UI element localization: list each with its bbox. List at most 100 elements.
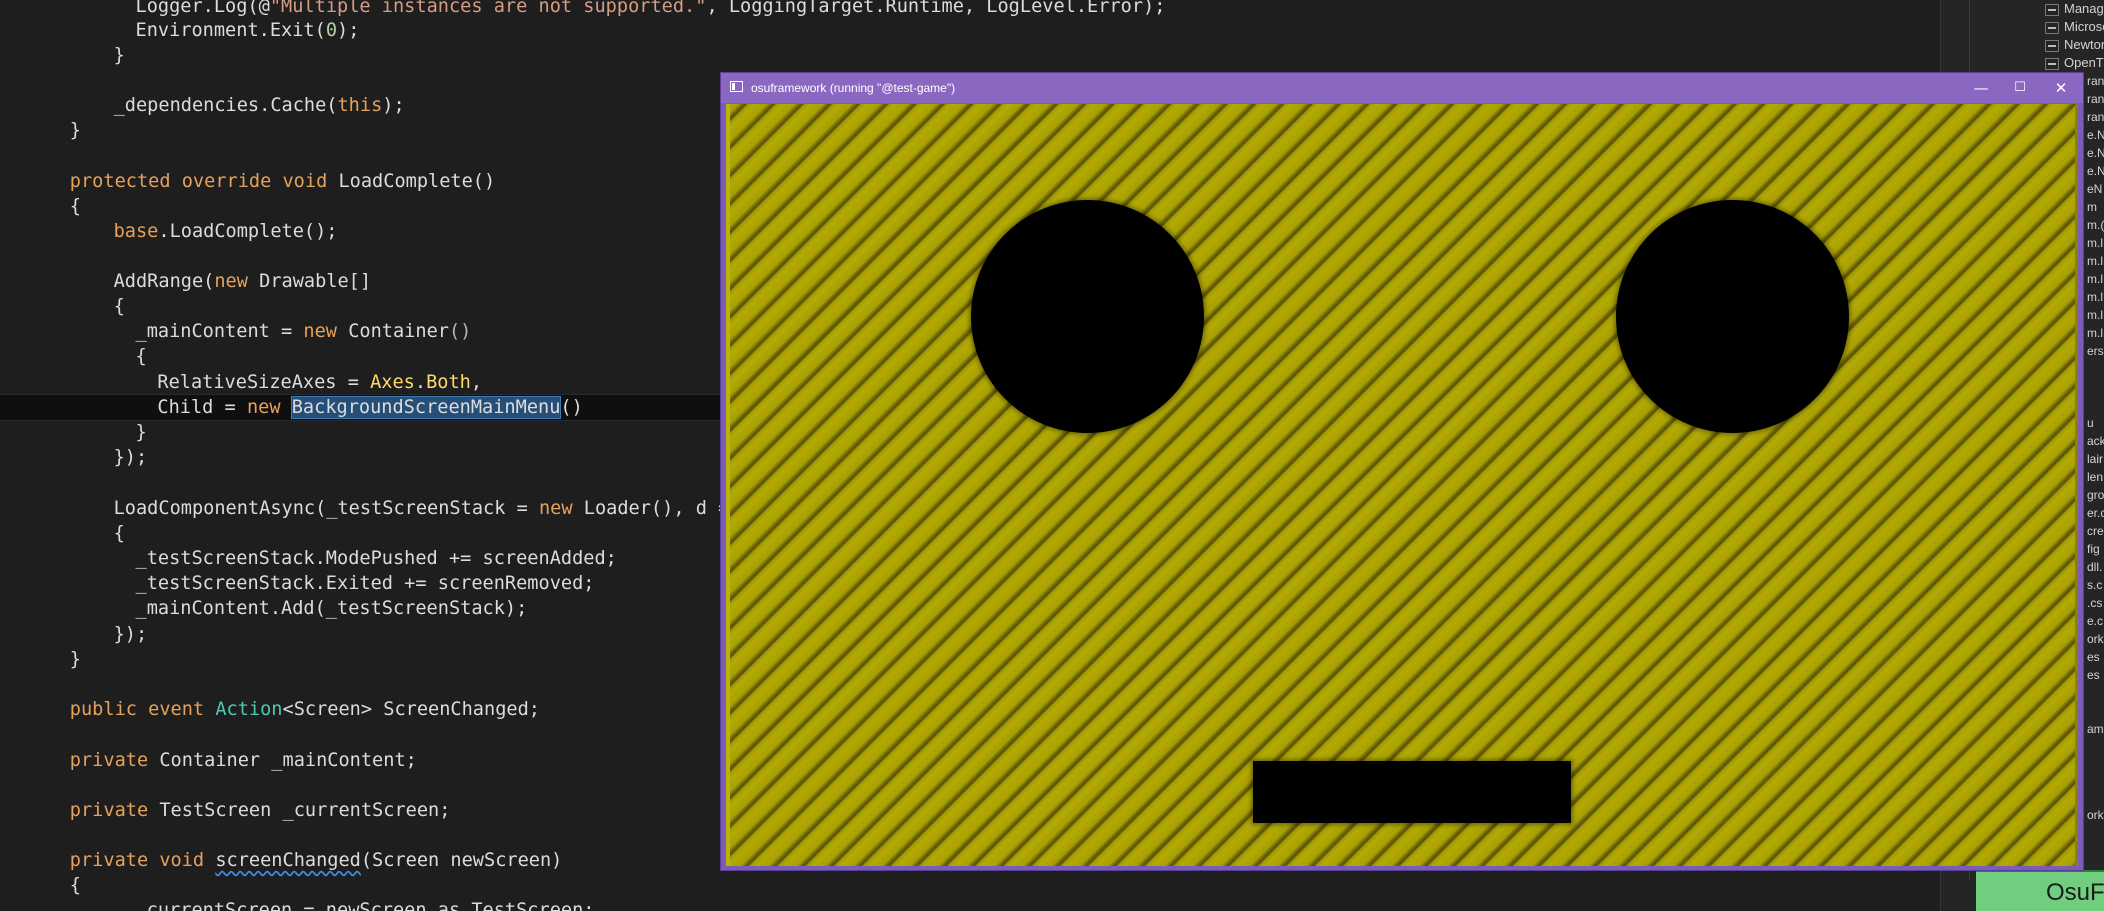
explorer-item-truncated[interactable]: e.N bbox=[2087, 126, 2104, 144]
explorer-item-truncated[interactable]: m.l bbox=[2087, 270, 2103, 288]
explorer-item-truncated[interactable]: len bbox=[2087, 468, 2103, 486]
code-line[interactable]: _testScreenStack.Exited += screenRemoved… bbox=[0, 571, 595, 596]
code-line[interactable]: } bbox=[0, 647, 81, 672]
explorer-item-truncated[interactable]: m.( bbox=[2087, 216, 2104, 234]
maximize-button[interactable]: ☐ bbox=[1997, 73, 2043, 103]
code-line[interactable]: { bbox=[0, 194, 81, 219]
code-line[interactable]: LoadComponentAsync(_testScreenStack = ne… bbox=[0, 496, 730, 521]
code-line[interactable]: }); bbox=[0, 622, 148, 647]
app-window-icon bbox=[730, 81, 743, 92]
code-line[interactable]: _mainContent.Add(_testScreenStack); bbox=[0, 596, 528, 621]
code-token: public event bbox=[69, 699, 216, 720]
explorer-item-truncated[interactable]: ran bbox=[2087, 108, 2104, 126]
explorer-item-truncated[interactable]: dll. bbox=[2087, 558, 2102, 576]
code-line[interactable]: private TestScreen _currentScreen; bbox=[0, 798, 451, 823]
code-line[interactable]: { bbox=[0, 521, 125, 546]
code-token: _testScreenStack.Exited += screenRemoved… bbox=[135, 573, 595, 594]
code-token: () bbox=[560, 397, 583, 418]
explorer-item-truncated[interactable]: ork bbox=[2087, 630, 2104, 648]
code-line[interactable]: public event Action<Screen> ScreenChange… bbox=[0, 697, 540, 722]
code-token: new bbox=[246, 397, 292, 418]
explorer-reference-item[interactable]: Newton bbox=[2045, 36, 2104, 54]
code-token: Container bbox=[348, 321, 449, 342]
code-line[interactable]: { bbox=[0, 873, 81, 898]
code-line[interactable]: Environment.Exit(0); bbox=[0, 18, 360, 43]
explorer-item-truncated[interactable]: m.l bbox=[2087, 234, 2103, 252]
code-line[interactable]: _currentScreen = newScreen as TestScreen… bbox=[0, 898, 595, 911]
explorer-item-truncated[interactable]: gro bbox=[2087, 486, 2104, 504]
explorer-item-truncated[interactable]: fig bbox=[2087, 540, 2100, 558]
code-line[interactable]: _testScreenStack.ModePushed += screenAdd… bbox=[0, 546, 617, 571]
code-line[interactable]: private void screenChanged(Screen newScr… bbox=[0, 848, 563, 873]
code-line[interactable]: } bbox=[0, 420, 147, 445]
code-token: Logger.Log(@ bbox=[135, 0, 270, 17]
explorer-project-tab[interactable]: OsuF bbox=[1976, 870, 2104, 911]
explorer-item-truncated[interactable]: es bbox=[2087, 666, 2100, 684]
code-line[interactable]: _mainContent = new Container() bbox=[0, 319, 472, 344]
explorer-item-truncated[interactable]: ack bbox=[2087, 432, 2104, 450]
code-token: { bbox=[69, 875, 81, 896]
explorer-item-truncated[interactable]: ran bbox=[2087, 90, 2104, 108]
game-window[interactable]: osuframework (running "@test-game") — ☐ … bbox=[720, 72, 2084, 871]
game-window-titlebar[interactable]: osuframework (running "@test-game") — ☐ … bbox=[721, 73, 2083, 103]
code-token: } bbox=[135, 422, 147, 443]
reference-icon bbox=[2045, 57, 2059, 70]
explorer-item-truncated[interactable]: eN bbox=[2087, 180, 2102, 198]
code-token: protected override void bbox=[69, 171, 339, 192]
code-line[interactable]: protected override void LoadComplete() bbox=[0, 169, 495, 194]
explorer-item-truncated[interactable]: m bbox=[2087, 198, 2097, 216]
code-line[interactable]: RelativeSizeAxes = Axes.Both, bbox=[0, 370, 482, 395]
explorer-item-truncated[interactable]: s.c bbox=[2087, 576, 2102, 594]
explorer-item-truncated[interactable]: orkT bbox=[2087, 806, 2104, 824]
code-token: { bbox=[113, 523, 125, 544]
reference-icon bbox=[2045, 39, 2059, 52]
code-token: TestScreen _currentScreen; bbox=[159, 800, 451, 821]
code-token: } bbox=[113, 45, 125, 66]
code-token: private void bbox=[69, 850, 216, 871]
explorer-item-truncated[interactable]: er.c bbox=[2087, 504, 2104, 522]
code-token: base bbox=[113, 221, 159, 242]
explorer-item-truncated[interactable]: m.l bbox=[2087, 288, 2103, 306]
code-line[interactable]: } bbox=[0, 43, 125, 68]
explorer-item-truncated[interactable]: u bbox=[2087, 414, 2094, 432]
explorer-item-truncated[interactable]: lair bbox=[2087, 450, 2103, 468]
explorer-item-truncated[interactable]: amp bbox=[2087, 720, 2104, 738]
explorer-item-truncated[interactable]: m.l bbox=[2087, 252, 2103, 270]
explorer-item-truncated[interactable]: m.l bbox=[2087, 324, 2103, 342]
explorer-reference-item[interactable]: Manage bbox=[2045, 0, 2104, 18]
code-token: _dependencies.Cache( bbox=[113, 95, 338, 116]
code-token: { bbox=[69, 196, 81, 217]
explorer-item-truncated[interactable]: e.N bbox=[2087, 162, 2104, 180]
explorer-item-truncated[interactable]: cre bbox=[2087, 522, 2104, 540]
code-token: Error); bbox=[1087, 0, 1166, 17]
code-line[interactable]: { bbox=[0, 294, 125, 319]
explorer-reference-item[interactable]: Microso bbox=[2045, 18, 2104, 36]
code-line[interactable]: private Container _mainContent; bbox=[0, 748, 417, 773]
code-token: Axes bbox=[370, 372, 415, 393]
code-line[interactable]: Logger.Log(@"Multiple instances are not … bbox=[0, 0, 1166, 19]
explorer-reference-item[interactable]: OpenTK bbox=[2045, 54, 2104, 72]
code-line[interactable]: { bbox=[0, 344, 147, 369]
code-line[interactable]: _dependencies.Cache(this); bbox=[0, 93, 405, 118]
explorer-item-truncated[interactable]: e.N bbox=[2087, 144, 2104, 162]
code-token: .LoadComplete(); bbox=[158, 221, 338, 242]
code-token: _currentScreen = newScreen as TestScreen… bbox=[135, 900, 595, 911]
code-token: new bbox=[214, 271, 260, 292]
code-token: RelativeSizeAxes = bbox=[157, 372, 371, 393]
code-line[interactable]: base.LoadComplete(); bbox=[0, 219, 338, 244]
explorer-item-truncated[interactable]: ran bbox=[2087, 72, 2104, 90]
code-line[interactable]: AddRange(new Drawable[] bbox=[0, 269, 371, 294]
reference-icon bbox=[2045, 21, 2059, 34]
close-button[interactable]: ✕ bbox=[2038, 73, 2084, 103]
explorer-item-truncated[interactable]: .cs bbox=[2087, 594, 2102, 612]
code-line[interactable]: }); bbox=[0, 445, 148, 470]
explorer-item-truncated[interactable]: es bbox=[2087, 648, 2100, 666]
code-line[interactable]: } bbox=[0, 118, 81, 143]
game-window-title: osuframework (running "@test-game") bbox=[751, 81, 956, 95]
explorer-item-truncated[interactable]: m.l bbox=[2087, 306, 2103, 324]
game-canvas[interactable] bbox=[726, 104, 2078, 866]
explorer-item-truncated[interactable]: e.c bbox=[2087, 612, 2103, 630]
code-line-current[interactable]: Child = new BackgroundScreenMainMenu() bbox=[0, 394, 731, 421]
explorer-item-truncated[interactable]: ers bbox=[2087, 342, 2104, 360]
explorer-item-label: Microso bbox=[2064, 19, 2104, 34]
